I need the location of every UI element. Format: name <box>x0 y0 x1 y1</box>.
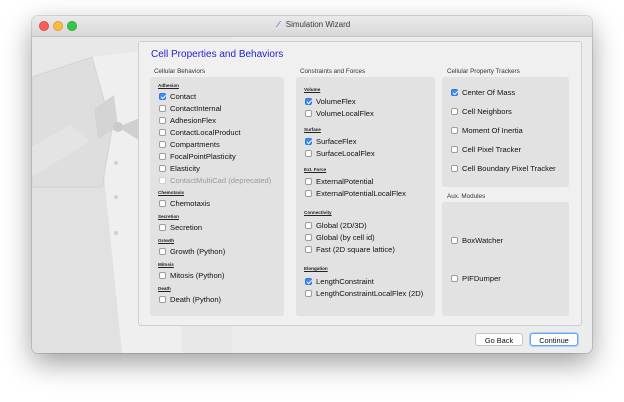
behaviors-panel: Adhesion Contact ContactInternal Adhesio… <box>150 77 284 316</box>
checkbox-box <box>305 290 312 297</box>
checkbox-box <box>159 200 166 207</box>
checkbox-externalpotentiallocalflex[interactable]: ExternalPotentialLocalFlex <box>305 189 406 198</box>
page-heading: Cell Properties and Behaviors <box>151 49 284 60</box>
checkbox-center-of-mass[interactable]: Center Of Mass <box>451 88 515 97</box>
checkbox-box <box>451 165 458 172</box>
group-surface: Surface <box>304 127 321 132</box>
aux-title: Aux. Modules <box>447 193 486 200</box>
checkbox-focalpointplasticity[interactable]: FocalPointPlasticity <box>159 152 236 161</box>
checkbox-box <box>305 222 312 229</box>
checkbox-box <box>159 129 166 136</box>
checkbox-adhesionflex[interactable]: AdhesionFlex <box>159 116 216 125</box>
checkbox-lengthconstraint[interactable]: LengthConstraint <box>305 277 374 286</box>
checkbox-contact[interactable]: Contact <box>159 92 196 101</box>
checkbox-box <box>159 141 166 148</box>
group-volume: Volume <box>304 87 321 92</box>
group-adhesion: Adhesion <box>158 83 179 88</box>
checkbox-surfaceflex[interactable]: SurfaceFlex <box>305 137 357 146</box>
checkbox-contactlocalproduct[interactable]: ContactLocalProduct <box>159 128 241 137</box>
checkbox-surfacelocalflex[interactable]: SurfaceLocalFlex <box>305 149 375 158</box>
checkbox-box <box>451 237 458 244</box>
checkbox-box <box>159 296 166 303</box>
continue-button[interactable]: Continue <box>530 333 578 346</box>
checkbox-cell-boundary-pixel-tracker[interactable]: Cell Boundary Pixel Tracker <box>451 164 556 173</box>
checkbox-contactmulticad: ContactMultiCad (deprecated) <box>159 176 271 185</box>
group-connectivity: Connectivity <box>304 210 332 215</box>
checkbox-moment-of-inertia[interactable]: Moment Of Inertia <box>451 126 523 135</box>
checkbox-box <box>159 93 166 100</box>
checkbox-box <box>159 153 166 160</box>
checkbox-box <box>305 190 312 197</box>
checkbox-box <box>159 224 166 231</box>
checkbox-chemotaxis[interactable]: Chemotaxis <box>159 199 210 208</box>
wizard-window: ⁄ Simulation Wizard Cell Properties and B… <box>32 16 592 353</box>
checkbox-global-2d3d[interactable]: Global (2D/3D) <box>305 221 367 230</box>
group-growth: Growth <box>158 238 175 243</box>
checkbox-box <box>159 105 166 112</box>
checkbox-box <box>451 127 458 134</box>
group-secretion: Secretion <box>158 214 179 219</box>
checkbox-boxwatcher[interactable]: BoxWatcher <box>451 236 503 245</box>
trackers-panel: Center Of Mass Cell Neighbors Moment Of … <box>442 77 569 187</box>
app-icon: ⁄ <box>277 20 279 29</box>
checkbox-box <box>305 234 312 241</box>
group-death: Death <box>158 286 171 291</box>
checkbox-box <box>305 246 312 253</box>
checkbox-growth[interactable]: Growth (Python) <box>159 247 225 256</box>
checkbox-cell-neighbors[interactable]: Cell Neighbors <box>451 107 512 116</box>
checkbox-lengthconstraintlocalflex[interactable]: LengthConstraintLocalFlex (2D) <box>305 289 423 298</box>
checkbox-mitosis[interactable]: Mitosis (Python) <box>159 271 224 280</box>
constraints-title: Constraints and Forces <box>300 68 366 75</box>
title-bar: ⁄ Simulation Wizard <box>32 16 592 37</box>
checkbox-global-by-cell-id[interactable]: Global (by cell id) <box>305 233 375 242</box>
behaviors-title: Cellular Behaviors <box>154 68 206 75</box>
checkbox-box <box>305 98 312 105</box>
window-title: ⁄ Simulation Wizard <box>32 20 592 29</box>
checkbox-fast-2d-square[interactable]: Fast (2D square lattice) <box>305 245 395 254</box>
constraints-panel: Volume VolumeFlex VolumeLocalFlex Surfac… <box>296 77 435 316</box>
checkbox-externalpotential[interactable]: ExternalPotential <box>305 177 373 186</box>
checkbox-box <box>159 177 166 184</box>
group-chemotaxis: Chemotaxis <box>158 190 185 195</box>
checkbox-box <box>159 272 166 279</box>
checkbox-contactinternal[interactable]: ContactInternal <box>159 104 222 113</box>
checkbox-compartments[interactable]: Compartments <box>159 140 220 149</box>
checkbox-box <box>305 178 312 185</box>
checkbox-box <box>305 278 312 285</box>
checkbox-box <box>159 165 166 172</box>
checkbox-volumelocalflex[interactable]: VolumeLocalFlex <box>305 109 374 118</box>
checkbox-box <box>451 108 458 115</box>
checkbox-volumeflex[interactable]: VolumeFlex <box>305 97 356 106</box>
group-elongation: Elongation <box>304 266 328 271</box>
aux-panel: BoxWatcher PIFDumper <box>442 202 569 316</box>
checkbox-elasticity[interactable]: Elasticity <box>159 164 200 173</box>
checkbox-box <box>451 275 458 282</box>
checkbox-secretion[interactable]: Secretion <box>159 223 202 232</box>
group-ext-force: Ext. Force <box>304 167 327 172</box>
checkbox-pifdumper[interactable]: PIFDumper <box>451 274 501 283</box>
checkbox-box <box>305 150 312 157</box>
checkbox-box <box>305 138 312 145</box>
checkbox-box <box>451 146 458 153</box>
content-panel: Cell Properties and Behaviors Cellular B… <box>138 41 582 326</box>
go-back-button[interactable]: Go Back <box>475 333 523 346</box>
checkbox-box <box>305 110 312 117</box>
checkbox-cell-pixel-tracker[interactable]: Cell Pixel Tracker <box>451 145 521 154</box>
group-mitosis: Mitosis <box>158 262 174 267</box>
checkbox-death[interactable]: Death (Python) <box>159 295 221 304</box>
checkbox-box <box>451 89 458 96</box>
trackers-title: Cellular Property Trackers <box>447 68 520 75</box>
checkbox-box <box>159 248 166 255</box>
checkbox-box <box>159 117 166 124</box>
